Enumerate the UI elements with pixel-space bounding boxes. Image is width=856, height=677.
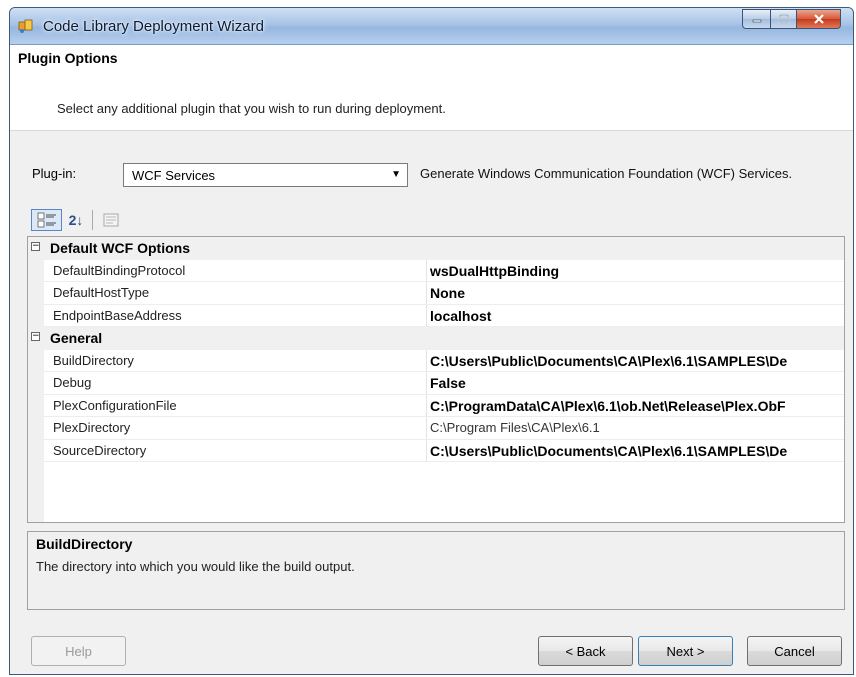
property-name: PlexDirectory: [53, 420, 131, 435]
property-name: DefaultHostType: [53, 285, 150, 300]
property-value[interactable]: False: [430, 375, 842, 391]
property-name: PlexConfigurationFile: [53, 397, 177, 413]
property-value[interactable]: None: [430, 285, 842, 301]
property-name: Debug: [53, 375, 92, 390]
column-divider: [426, 372, 427, 395]
title-bar[interactable]: Code Library Deployment Wizard: [10, 8, 853, 45]
categorized-icon: [37, 212, 56, 228]
page-title: Plugin Options: [18, 50, 118, 66]
cancel-button[interactable]: Cancel: [747, 636, 842, 666]
property-pages-button[interactable]: [100, 209, 122, 231]
property-row[interactable]: PlexConfigurationFile C:\ProgramData\CA\…: [28, 394, 844, 417]
property-help-panel: BuildDirectory The directory into which …: [27, 531, 845, 610]
close-icon: [813, 14, 824, 24]
column-divider: [426, 394, 427, 417]
minimize-icon: [752, 19, 761, 23]
row-divider: [44, 461, 844, 462]
property-value[interactable]: wsDualHttpBinding: [430, 263, 842, 279]
category-row[interactable]: − General: [28, 327, 844, 350]
property-value[interactable]: C:\Program Files\CA\Plex\6.1: [430, 420, 842, 435]
property-row[interactable]: DefaultBindingProtocol wsDualHttpBinding: [28, 259, 844, 282]
minimize-button[interactable]: [742, 9, 771, 29]
help-button[interactable]: Help: [31, 636, 126, 666]
property-grid[interactable]: − Default WCF Options DefaultBindingProt…: [27, 236, 845, 523]
category-name: General: [50, 330, 103, 346]
property-name: BuildDirectory: [53, 352, 134, 368]
next-button[interactable]: Next >: [638, 636, 733, 666]
property-row[interactable]: EndpointBaseAddress localhost: [28, 304, 844, 327]
help-description: The directory into which you would like …: [36, 559, 355, 574]
property-value[interactable]: C:\ProgramData\CA\Plex\6.1\ob.Net\Releas…: [430, 398, 842, 414]
wizard-window: Code Library Deployment Wizard Plugin Op…: [9, 7, 854, 675]
property-row[interactable]: DefaultHostType None: [28, 282, 844, 305]
property-name: DefaultBindingProtocol: [53, 262, 186, 278]
column-divider: [426, 439, 427, 462]
plugin-select[interactable]: WCF Services ▼: [123, 163, 408, 187]
categorized-button[interactable]: [31, 209, 62, 231]
plugin-label: Plug-in:: [32, 166, 77, 181]
category-name: Default WCF Options: [50, 240, 190, 256]
wizard-header: Plugin Options Select any additional plu…: [10, 45, 853, 131]
help-title: BuildDirectory: [36, 536, 133, 552]
property-pages-icon: [103, 213, 119, 227]
property-value[interactable]: localhost: [430, 308, 842, 324]
sort-alphabetical-button[interactable]: 2↓: [65, 209, 87, 231]
maximize-icon: [778, 14, 789, 23]
chevron-down-icon: ▼: [391, 169, 401, 180]
property-row[interactable]: Debug False: [28, 372, 844, 395]
plugin-description: Generate Windows Communication Foundatio…: [420, 166, 793, 181]
column-divider: [426, 259, 427, 282]
property-value[interactable]: C:\Users\Public\Documents\CA\Plex\6.1\SA…: [430, 353, 842, 369]
column-divider: [426, 282, 427, 305]
column-divider: [426, 417, 427, 440]
toolbar-separator: [92, 210, 93, 230]
property-row[interactable]: BuildDirectory C:\Users\Public\Documents…: [28, 349, 844, 372]
property-name: EndpointBaseAddress: [53, 307, 182, 323]
back-button[interactable]: < Back: [538, 636, 633, 666]
property-row[interactable]: SourceDirectory C:\Users\Public\Document…: [28, 439, 844, 462]
property-row[interactable]: PlexDirectory C:\Program Files\CA\Plex\6…: [28, 417, 844, 440]
collapse-icon[interactable]: −: [31, 242, 40, 251]
sort-alphabetical-icon: 2↓: [68, 212, 84, 228]
maximize-button[interactable]: [770, 9, 797, 29]
plugin-select-value: WCF Services: [132, 168, 216, 183]
column-divider: [426, 304, 427, 327]
property-value[interactable]: C:\Users\Public\Documents\CA\Plex\6.1\SA…: [430, 443, 842, 459]
property-name: SourceDirectory: [53, 442, 147, 458]
app-icon: [18, 19, 33, 33]
window-title: Code Library Deployment Wizard: [43, 18, 264, 35]
collapse-icon[interactable]: −: [31, 332, 40, 341]
column-divider: [426, 349, 427, 372]
page-subtitle: Select any additional plugin that you wi…: [57, 101, 446, 116]
category-row[interactable]: − Default WCF Options: [28, 237, 844, 260]
close-button[interactable]: [796, 9, 841, 29]
